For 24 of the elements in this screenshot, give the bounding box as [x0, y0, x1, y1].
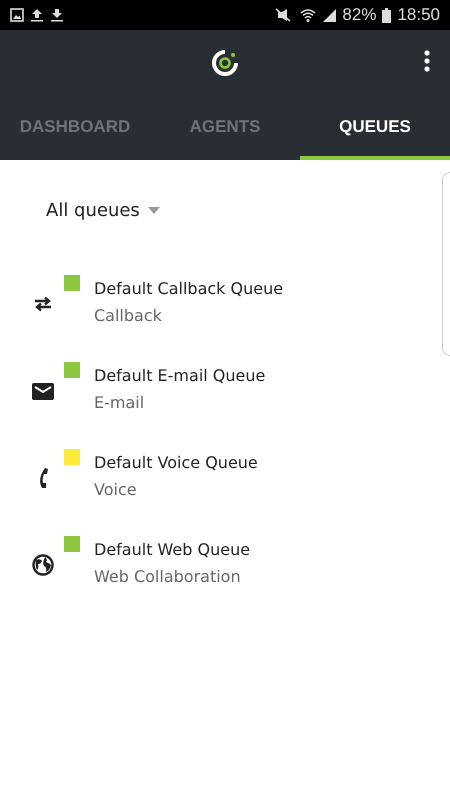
- clock: 18:50: [397, 5, 440, 25]
- more-options-icon[interactable]: [422, 50, 432, 72]
- queue-type: Callback: [94, 306, 163, 325]
- image-icon: [10, 8, 24, 22]
- queue-name: Default Callback Queue: [94, 279, 284, 298]
- logo-icon: [211, 48, 239, 76]
- queue-name: Default E-mail Queue: [94, 366, 266, 385]
- upload-icon: [30, 8, 44, 22]
- wifi-icon: [300, 8, 316, 22]
- queue-type: Web Collaboration: [94, 567, 242, 586]
- queue-filter-dropdown[interactable]: All queues: [46, 200, 160, 221]
- download-icon: [50, 8, 64, 22]
- queue-name: Default Web Queue: [94, 540, 250, 559]
- envelope-icon: [32, 382, 54, 400]
- globe-icon: [32, 554, 54, 576]
- queue-type: Voice: [94, 480, 138, 499]
- tab[interactable]: QUEUES: [300, 95, 450, 160]
- caret-icon: [148, 207, 160, 214]
- swap-arrows-icon: [33, 296, 53, 312]
- battery-icon: [382, 8, 392, 22]
- queue-name: Default Voice Queue: [94, 453, 258, 472]
- signal-icon: [322, 8, 336, 22]
- battery-percent: 82%: [342, 5, 376, 25]
- queue-type: E-mail: [94, 393, 146, 412]
